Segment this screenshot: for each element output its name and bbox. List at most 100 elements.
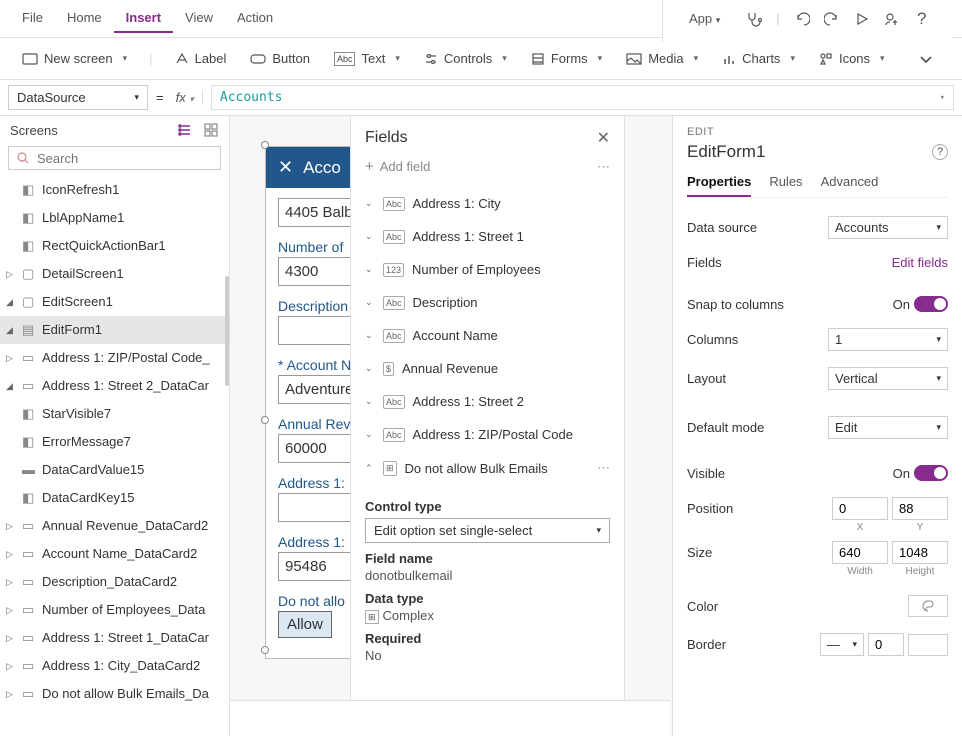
- tree-node[interactable]: ◧RectQuickActionBar1: [0, 232, 229, 260]
- canvas[interactable]: ✕ Acco 4405 BalboNumber of4300Descriptio…: [230, 116, 672, 736]
- tree-node[interactable]: ◢▢EditScreen1: [0, 288, 229, 316]
- tree-node[interactable]: ▷▭Annual Revenue_DataCard2: [0, 512, 229, 540]
- tab-advanced[interactable]: Advanced: [821, 168, 879, 197]
- control-type-label: Control type: [365, 499, 610, 514]
- tree-node[interactable]: ▷▭Address 1: City_DataCard2: [0, 652, 229, 680]
- add-field-button[interactable]: +Add field: [365, 158, 430, 175]
- width-input[interactable]: [832, 541, 888, 564]
- tree-node[interactable]: ◧ErrorMessage7: [0, 428, 229, 456]
- tree-node[interactable]: ◢▤EditForm1: [0, 316, 229, 344]
- search-input[interactable]: [37, 151, 214, 166]
- menu-home[interactable]: Home: [55, 4, 114, 33]
- breadcrumb-bar: ••• 〉 EditForm1: [230, 700, 670, 736]
- field-name-label: Field name: [365, 551, 610, 566]
- selection-handle[interactable]: [261, 416, 269, 424]
- tree-node[interactable]: ▷▭Account Name_DataCard2: [0, 540, 229, 568]
- tree-node[interactable]: ◧IconRefresh1: [0, 176, 229, 204]
- fx-label: fx ▾: [172, 90, 203, 105]
- border-color-picker[interactable]: [908, 634, 948, 656]
- required-label: Required: [365, 631, 610, 646]
- tab-rules[interactable]: Rules: [769, 168, 802, 197]
- tree-node[interactable]: ▷▭Number of Employees_Data: [0, 596, 229, 624]
- field-item[interactable]: ⌄AbcAddress 1: City: [351, 187, 624, 220]
- close-icon[interactable]: ✕: [597, 128, 610, 148]
- option-value[interactable]: Allow: [278, 611, 332, 638]
- button-button[interactable]: Button: [240, 46, 320, 71]
- data-source-select[interactable]: Accounts▾: [828, 216, 948, 239]
- scrollbar-thumb[interactable]: [225, 276, 229, 386]
- menu-action[interactable]: Action: [225, 4, 285, 33]
- snap-toggle[interactable]: [914, 296, 948, 312]
- edit-fields-link[interactable]: Edit fields: [892, 255, 948, 270]
- tree-list-icon[interactable]: [177, 122, 193, 138]
- tree-node[interactable]: ◢▭Address 1: Street 2_DataCar: [0, 372, 229, 400]
- field-item[interactable]: ⌄$Annual Revenue: [351, 352, 624, 385]
- charts-dropdown[interactable]: Charts: [712, 46, 805, 71]
- undo-icon[interactable]: [794, 11, 810, 27]
- menu-insert[interactable]: Insert: [114, 4, 173, 33]
- menu-file[interactable]: File: [10, 4, 55, 33]
- stethoscope-icon[interactable]: [746, 11, 762, 27]
- tree-node[interactable]: ▷▭Address 1: ZIP/Postal Code_: [0, 344, 229, 372]
- data-type-value: ⊞Complex: [365, 608, 610, 623]
- formula-input[interactable]: Accounts▾: [211, 85, 954, 110]
- tree-node[interactable]: ▬DataCardValue15: [0, 456, 229, 484]
- field-name-value: donotbulkemail: [365, 568, 610, 583]
- property-selector[interactable]: DataSource▾: [8, 85, 148, 110]
- search-icon: [15, 150, 31, 166]
- tree-node[interactable]: ▷▭Address 1: Street 1_DataCar: [0, 624, 229, 652]
- border-style-select[interactable]: —▾: [820, 633, 864, 656]
- new-screen-button[interactable]: New screen: [12, 46, 137, 71]
- color-picker[interactable]: [908, 595, 948, 617]
- control-type-select[interactable]: Edit option set single-select▾: [365, 518, 610, 543]
- field-item[interactable]: ⌄AbcAddress 1: Street 2: [351, 385, 624, 418]
- app-dropdown[interactable]: App ▾: [677, 5, 732, 32]
- help-icon[interactable]: ?: [914, 11, 930, 27]
- height-input[interactable]: [892, 541, 948, 564]
- layout-select[interactable]: Vertical▾: [828, 367, 948, 390]
- thumbnail-view-icon[interactable]: [203, 122, 219, 138]
- tree-node[interactable]: ▷▭Description_DataCard2: [0, 568, 229, 596]
- tree-node[interactable]: ◧DataCardKey15: [0, 484, 229, 512]
- help-icon[interactable]: ?: [932, 144, 948, 160]
- controls-dropdown[interactable]: Controls: [414, 46, 517, 71]
- position-x-input[interactable]: [832, 497, 888, 520]
- tree-view: ◧IconRefresh1◧LblAppName1◧RectQuickActio…: [0, 176, 229, 736]
- properties-panel: EDIT EditForm1 ? Properties Rules Advanced…: [672, 116, 962, 736]
- selection-handle[interactable]: [261, 646, 269, 654]
- field-item[interactable]: ⌄AbcAccount Name: [351, 319, 624, 352]
- menu-view[interactable]: View: [173, 4, 225, 33]
- field-item[interactable]: ⌄AbcAddress 1: ZIP/Postal Code: [351, 418, 624, 451]
- visible-toggle[interactable]: [914, 465, 948, 481]
- media-dropdown[interactable]: Media: [616, 46, 708, 71]
- share-icon[interactable]: [884, 11, 900, 27]
- search-box[interactable]: [8, 146, 221, 170]
- field-item[interactable]: ⌄AbcDescription: [351, 286, 624, 319]
- tree-node[interactable]: ◧StarVisible7: [0, 400, 229, 428]
- more-icon[interactable]: ⋯: [597, 159, 610, 175]
- border-weight-input[interactable]: [868, 633, 904, 656]
- selection-handle[interactable]: [261, 141, 269, 149]
- required-value: No: [365, 648, 610, 663]
- columns-select[interactable]: 1▾: [828, 328, 948, 351]
- icons-dropdown[interactable]: Icons: [809, 46, 895, 71]
- field-item[interactable]: ⌄AbcAddress 1: Street 1: [351, 220, 624, 253]
- text-dropdown[interactable]: AbcText: [324, 46, 410, 71]
- tab-properties[interactable]: Properties: [687, 168, 751, 197]
- default-mode-select[interactable]: Edit▾: [828, 416, 948, 439]
- expand-ribbon-button[interactable]: [909, 49, 943, 69]
- tree-node[interactable]: ▷▢DetailScreen1: [0, 260, 229, 288]
- field-item[interactable]: ⌄123Number of Employees: [351, 253, 624, 286]
- redo-icon[interactable]: [824, 11, 840, 27]
- tree-node[interactable]: ▷▭Do not allow Bulk Emails_Da: [0, 680, 229, 708]
- tree-node[interactable]: ◧LblAppName1: [0, 204, 229, 232]
- label-button[interactable]: Label: [165, 46, 237, 71]
- section-label: EDIT: [687, 126, 948, 138]
- field-item[interactable]: ⌃⊞Do not allow Bulk Emails⋯: [351, 451, 624, 485]
- selected-control-name: EditForm1: [687, 142, 765, 162]
- position-y-input[interactable]: [892, 497, 948, 520]
- close-icon[interactable]: ✕: [278, 157, 293, 178]
- screens-panel: Screens ◧IconRefresh1◧LblAppName1◧RectQu…: [0, 116, 230, 736]
- forms-dropdown[interactable]: Forms: [521, 46, 612, 71]
- play-icon[interactable]: [854, 11, 870, 27]
